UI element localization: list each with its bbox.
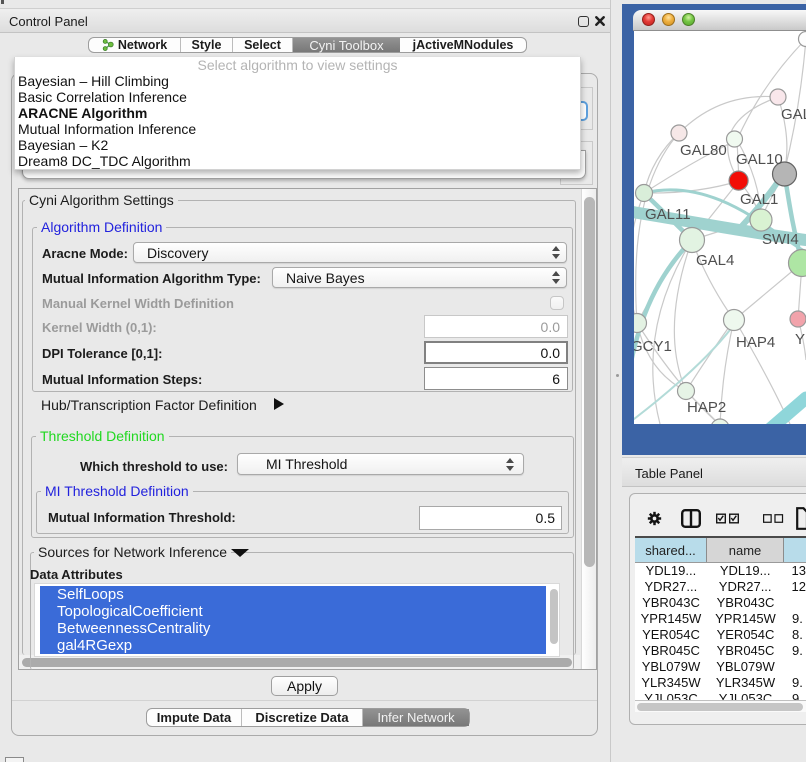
svg-text:GCY1: GCY1 xyxy=(634,338,672,355)
svg-text:GAL1: GAL1 xyxy=(740,191,778,208)
svg-text:GAL80: GAL80 xyxy=(680,142,727,159)
svg-text:YB: YB xyxy=(795,331,806,348)
svg-text:GAL10: GAL10 xyxy=(736,151,783,168)
svg-text:GAL2: GAL2 xyxy=(781,106,806,123)
svg-text:HAP4: HAP4 xyxy=(736,334,775,351)
svg-text:GAL11: GAL11 xyxy=(645,206,691,223)
svg-text:SWI4: SWI4 xyxy=(762,231,799,248)
svg-text:GAL4: GAL4 xyxy=(696,252,734,269)
svg-text:HAP2: HAP2 xyxy=(687,399,726,416)
